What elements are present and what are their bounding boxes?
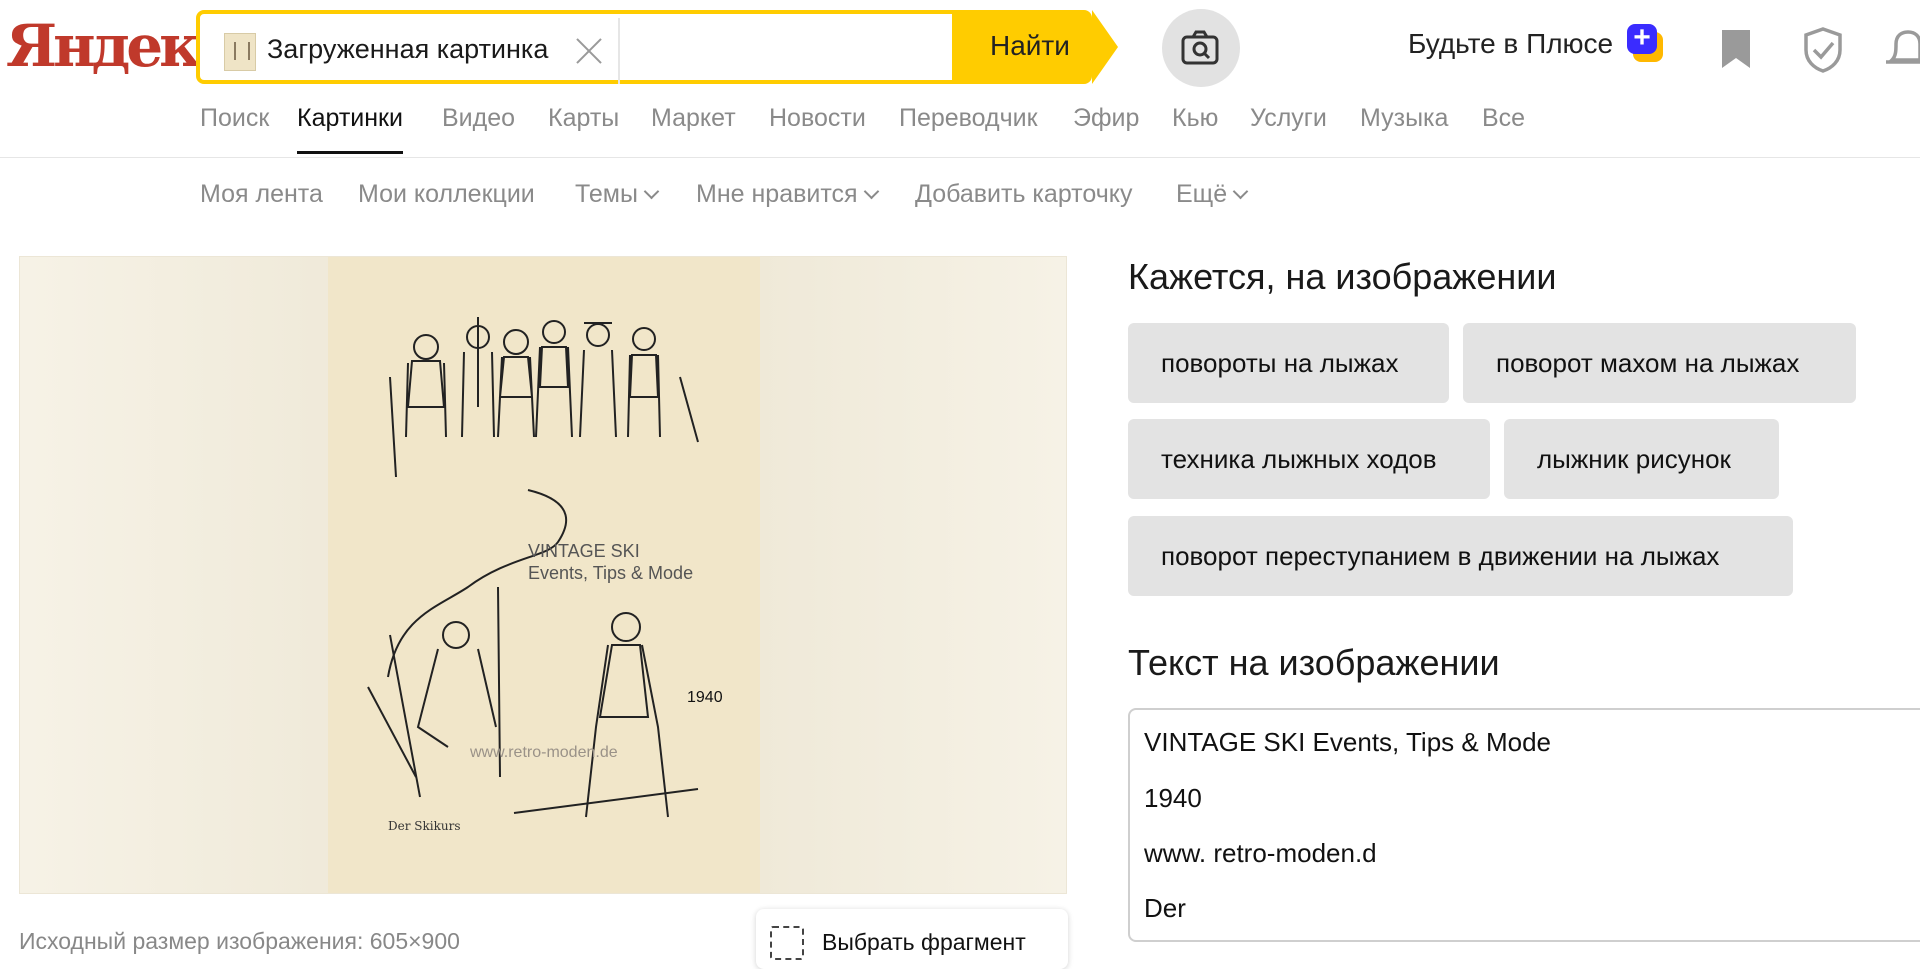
clear-icon[interactable]	[574, 36, 604, 66]
chevron-down-icon	[863, 183, 879, 200]
chevron-down-icon	[643, 183, 660, 200]
yandex-logo[interactable]: Яндекс	[6, 6, 232, 80]
select-fragment-label: Выбрать фрагмент	[822, 929, 1026, 955]
plus-promo-link[interactable]: Будьте в Плюсе	[1408, 28, 1613, 60]
camera-search-button[interactable]	[1162, 9, 1240, 87]
subnav-my-feed[interactable]: Моя лента	[200, 180, 323, 209]
ocr-line: Der	[1144, 893, 1186, 923]
tab-news[interactable]: Новости	[769, 104, 866, 133]
vintage-ski-illustration: VINTAGE SKI Events, Tips & Mode www.retr…	[328, 257, 760, 893]
tag-chip[interactable]: техника лыжных ходов	[1128, 419, 1490, 499]
ocr-title: Текст на изображении	[1128, 642, 1500, 683]
subnav-more[interactable]: Ещё	[1176, 180, 1249, 209]
camera-search-icon	[1181, 30, 1219, 65]
plus-icon: +	[1627, 23, 1657, 54]
illustration-caption: Der Skikurs	[388, 819, 461, 833]
subnav-themes-label: Темы	[575, 180, 638, 208]
image-preview[interactable]: VINTAGE SKI Events, Tips & Mode www.retr…	[19, 256, 1067, 894]
watermark-url: www.retro-moden.de	[470, 744, 618, 761]
shield-check-icon	[1804, 27, 1842, 73]
notifications-button[interactable]	[1886, 26, 1920, 76]
subnav-more-label: Ещё	[1176, 180, 1228, 208]
search-input[interactable]: Загруженная картинка	[196, 10, 956, 84]
tab-translator[interactable]: Переводчик	[899, 104, 1038, 133]
search-divider	[618, 18, 620, 84]
tab-images[interactable]: Картинки	[297, 104, 403, 154]
ocr-line: VINTAGE SKI Events, Tips & Mode	[1144, 727, 1551, 757]
tab-search[interactable]: Поиск	[200, 104, 269, 133]
select-fragment-button[interactable]: Выбрать фрагмент	[756, 909, 1068, 969]
logo-text: Яндекс	[6, 12, 232, 80]
crop-search-icon	[770, 926, 804, 960]
preview-blur-left	[20, 257, 328, 893]
bell-icon	[1886, 30, 1920, 64]
subnav-liked[interactable]: Мне нравится	[696, 180, 879, 209]
tab-services[interactable]: Услуги	[1250, 104, 1327, 133]
ocr-line: www. retro-moden.d	[1144, 838, 1377, 868]
tab-music[interactable]: Музыка	[1360, 104, 1448, 133]
subnav-themes[interactable]: Темы	[575, 180, 660, 209]
tab-q[interactable]: Кью	[1172, 104, 1218, 133]
tag-chip[interactable]: поворот переступанием в движении на лыжа…	[1128, 516, 1793, 596]
tab-market[interactable]: Маркет	[651, 104, 736, 133]
illustration-year: 1940	[687, 689, 723, 706]
plus-badge[interactable]: +	[1627, 23, 1665, 62]
subnav-add-card[interactable]: Добавить карточку	[915, 180, 1132, 209]
subnav-liked-label: Мне нравится	[696, 180, 858, 208]
search-bar: Загруженная картинка Найти	[196, 10, 1120, 84]
tag-chip[interactable]: лыжник рисунок	[1504, 419, 1779, 499]
find-button[interactable]: Найти	[952, 10, 1118, 84]
uploaded-image-chip-label: Загруженная картинка	[267, 34, 549, 64]
tab-efir[interactable]: Эфир	[1073, 104, 1139, 133]
preview-blur-right	[758, 257, 1066, 893]
ocr-text-area[interactable]: VINTAGE SKI Events, Tips & Mode 1940 www…	[1128, 708, 1920, 942]
tag-chip[interactable]: повороты на лыжах	[1128, 323, 1449, 403]
original-size-label: Исходный размер изображения: 605×900	[19, 928, 460, 954]
watermark-title: VINTAGE SKI	[528, 541, 640, 561]
bookmark-icon	[1722, 30, 1750, 68]
chevron-down-icon	[1232, 183, 1249, 200]
recognized-title: Кажется, на изображении	[1128, 256, 1557, 297]
subnav-my-collections[interactable]: Мои коллекции	[358, 180, 535, 209]
collections-button[interactable]	[1716, 26, 1760, 76]
uploaded-image-thumbnail	[224, 33, 256, 71]
tag-chip[interactable]: поворот махом на лыжах	[1463, 323, 1856, 403]
tab-maps[interactable]: Карты	[548, 104, 619, 133]
header-divider	[0, 157, 1920, 158]
ocr-line: 1940	[1144, 783, 1202, 813]
watermark-subtitle: Events, Tips & Mode	[528, 563, 694, 583]
protection-button[interactable]	[1802, 26, 1846, 76]
tab-all[interactable]: Все	[1482, 104, 1525, 133]
tab-video[interactable]: Видео	[442, 104, 515, 133]
find-button-label: Найти	[990, 30, 1070, 61]
